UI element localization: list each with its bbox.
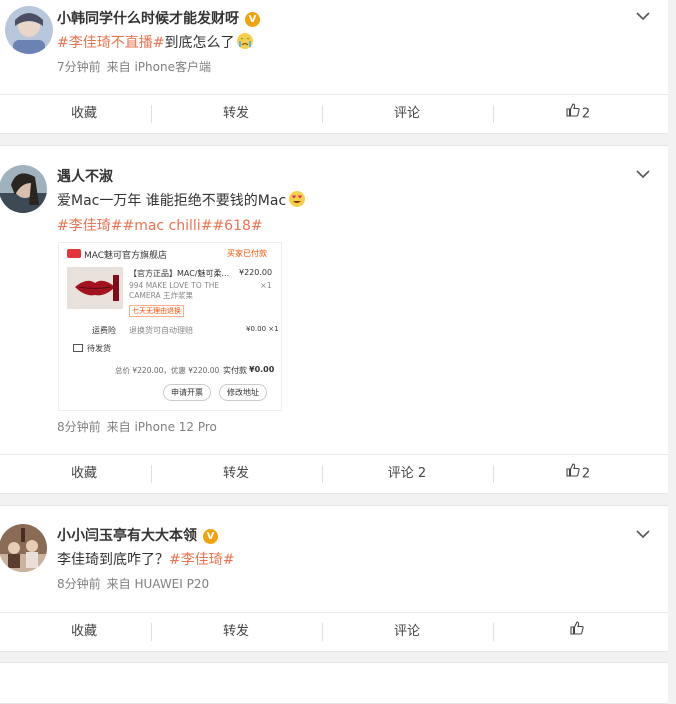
product-thumbnail (67, 267, 123, 309)
product-title: 【官方正品】MAC/魅可柔... (129, 269, 230, 278)
username-text[interactable]: 小韩同学什么时候才能发财呀 (57, 11, 239, 27)
post-text: 李佳琦到底咋了？#李佳琦# (57, 549, 234, 569)
topic-link[interactable]: #李佳琦# (169, 552, 234, 568)
thumbs-up-icon (566, 455, 580, 493)
avatar[interactable] (0, 524, 47, 572)
like-count: 2 (581, 106, 591, 122)
verified-badge-icon: V (203, 528, 218, 544)
username[interactable]: 遇人不淑 (57, 166, 113, 186)
thumbs-up-icon (570, 613, 584, 651)
product-variant: 994 MAKE LOVE TO THE CAMERA 王炸浆果 (129, 281, 220, 300)
like-count: 2 (581, 466, 591, 482)
username[interactable]: 小小闫玉亭有大大本领 V (57, 525, 218, 545)
username-text[interactable]: 小小闫玉亭有大大本领 (57, 528, 197, 544)
post-body: 爱Mac一万年 谁能拒绝不要钱的Mac (57, 193, 287, 209)
invoice-button: 申请开票 (163, 384, 211, 401)
like-button[interactable] (494, 613, 662, 651)
pending-status: 待发货 (87, 344, 111, 353)
post-source: 来自 iPhone客户端 (106, 60, 211, 74)
topic-row: #李佳琦##mac chilli##618# (57, 215, 263, 235)
order-total: 总价 ¥220.00，优惠 ¥220.00 (115, 366, 220, 375)
feed-card-2: 遇人不淑 爱Mac一万年 谁能拒绝不要钱的Mac #李佳琦##mac chill… (0, 145, 668, 494)
post-time[interactable]: 8分钟前 (57, 420, 101, 434)
username-text[interactable]: 遇人不淑 (57, 169, 113, 185)
post-source: 来自 HUAWEI P20 (106, 577, 210, 591)
repost-button[interactable]: 转发 (152, 95, 320, 133)
topic-link[interactable]: #李佳琦# (57, 218, 122, 234)
feed-card-4 (0, 662, 668, 704)
order-status: 买家已付款 (227, 249, 267, 258)
like-button[interactable]: 2 (494, 95, 662, 133)
heart-eyes-emoji-icon (288, 190, 306, 212)
topic-link[interactable]: #618# (212, 218, 262, 234)
comment-button[interactable]: 评论 (323, 95, 491, 133)
thumbs-up-icon (566, 95, 580, 133)
topic-link[interactable]: #mac chilli# (122, 218, 212, 234)
topic-link[interactable]: #李佳琦不直播# (57, 35, 164, 51)
verified-badge-icon: V (245, 11, 260, 27)
shipping-label: 运费险 (92, 326, 116, 335)
chevron-down-icon[interactable] (636, 169, 650, 179)
post-image[interactable]: MAC魅可官方旗舰店 买家已付款 【官方正品】MAC/魅可柔... ¥220.0… (58, 242, 282, 411)
shipping-note: 退换货可自动理赔 (129, 326, 193, 335)
shop-name: MAC魅可官方旗舰店 (84, 251, 168, 261)
post-body: 到底怎么了 (164, 35, 235, 51)
repost-button[interactable]: 转发 (152, 455, 320, 493)
action-bar: 收藏 转发 评论 2 2 (0, 454, 668, 493)
favorite-button[interactable]: 收藏 (0, 455, 168, 493)
comment-button[interactable]: 评论 2 (323, 455, 491, 493)
avatar[interactable] (5, 6, 53, 54)
comment-button[interactable]: 评论 (323, 613, 491, 651)
shipping-price: ¥0.00 ×1 (246, 325, 279, 333)
paid-label: 实付款 (223, 366, 247, 375)
like-button[interactable]: 2 (494, 455, 662, 493)
post-body: 李佳琦到底咋了？ (57, 552, 169, 568)
action-bar: 收藏 转发 评论 (0, 612, 668, 651)
post-meta: 8分钟前 来自 iPhone 12 Pro (57, 418, 217, 435)
paid-value: ¥0.00 (249, 365, 275, 374)
post-meta: 7分钟前 来自 iPhone客户端 (57, 58, 211, 75)
truck-icon (73, 344, 83, 352)
username[interactable]: 小韩同学什么时候才能发财呀 V (57, 8, 260, 28)
shop-logo-icon (67, 249, 81, 258)
post-source: 来自 iPhone 12 Pro (106, 420, 217, 434)
post-text: #李佳琦不直播#到底怎么了 (57, 32, 254, 54)
favorite-button[interactable]: 收藏 (0, 613, 168, 651)
post-meta: 8分钟前 来自 HUAWEI P20 (57, 575, 209, 592)
feed-card-3: 小小闫玉亭有大大本领 V 李佳琦到底咋了？#李佳琦# 8分钟前 来自 HUAWEI … (0, 505, 668, 652)
edit-address-button: 修改地址 (219, 384, 267, 401)
chevron-down-icon[interactable] (636, 11, 650, 21)
post-time[interactable]: 7分钟前 (57, 60, 101, 74)
post-text: 爱Mac一万年 谁能拒绝不要钱的Mac (57, 190, 306, 212)
product-qty: ×1 (260, 281, 272, 290)
feed-card-1: 小韩同学什么时候才能发财呀 V #李佳琦不直播#到底怎么了 7分钟前 来自 iPho… (0, 0, 668, 134)
repost-button[interactable]: 转发 (152, 613, 320, 651)
post-time[interactable]: 8分钟前 (57, 577, 101, 591)
avatar[interactable] (0, 165, 47, 213)
product-price: ¥220.00 (239, 268, 273, 277)
action-bar: 收藏 转发 评论 2 (0, 94, 668, 133)
return-tag: 七天无理由退换 (129, 305, 184, 317)
favorite-button[interactable]: 收藏 (0, 95, 168, 133)
chevron-down-icon[interactable] (636, 529, 650, 539)
crying-face-emoji-icon (236, 32, 254, 54)
